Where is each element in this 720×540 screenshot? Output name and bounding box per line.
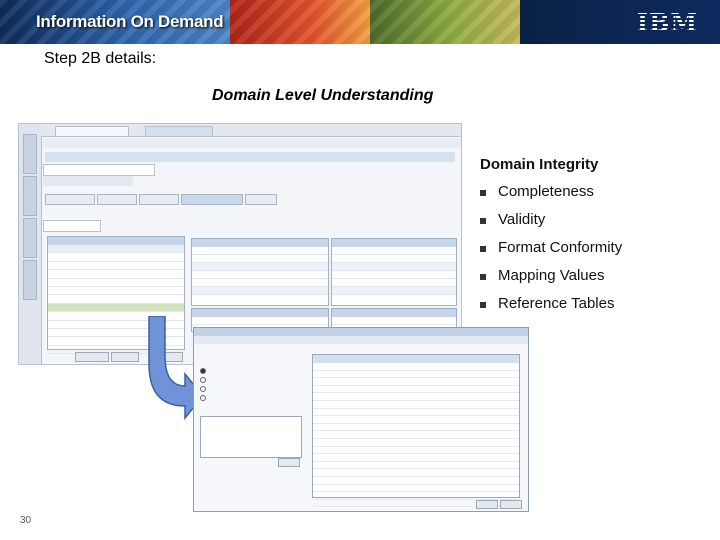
domain-integrity-panel: Domain Integrity Completeness Validity F…: [480, 156, 710, 323]
list-item: Mapping Values: [480, 267, 710, 295]
screenshot-subtabs: [45, 194, 279, 205]
reference-table-dialog-screenshot: [193, 327, 529, 512]
list-item: Validity: [480, 211, 710, 239]
information-on-demand-logo: Information On Demand: [36, 12, 224, 31]
page-number: 30: [20, 515, 32, 526]
list-item: Reference Tables: [480, 295, 710, 323]
validity-summary-panel: [331, 238, 457, 306]
top-banner: Information On Demand IBM: [0, 0, 720, 44]
dialog-values-grid: [312, 354, 520, 508]
list-item: Completeness: [480, 183, 710, 211]
bullet-icon: [480, 246, 486, 252]
domain-integrity-list: Completeness Validity Format Conformity …: [480, 183, 710, 323]
list-item: Format Conformity: [480, 239, 710, 267]
completeness-summary-panel: [191, 238, 329, 306]
screenshot-tab-strip: [41, 124, 461, 137]
slide-subtitle: Domain Level Understanding: [212, 87, 434, 104]
ibm-logo: IBM: [636, 8, 698, 37]
bullet-icon: [480, 302, 486, 308]
bullet-icon: [480, 190, 486, 196]
bullet-icon: [480, 218, 486, 224]
slide-title: Step 2B details:: [44, 50, 157, 67]
domain-integrity-heading: Domain Integrity: [480, 156, 599, 173]
bullet-icon: [480, 274, 486, 280]
screenshot-side-bar: [19, 124, 42, 364]
